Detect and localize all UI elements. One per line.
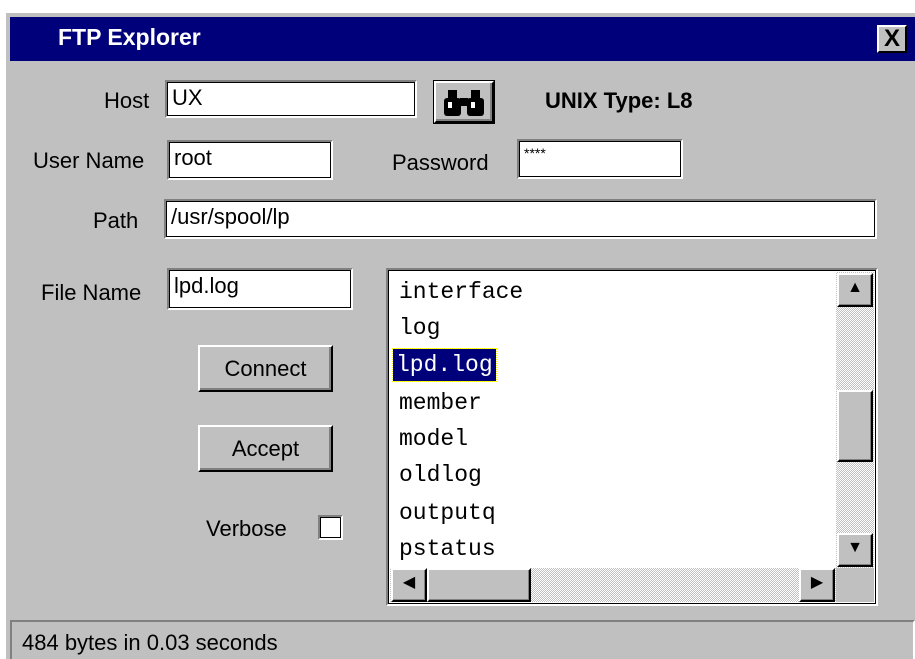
verbose-checkbox[interactable] bbox=[318, 515, 343, 540]
host-label: Host bbox=[104, 88, 150, 113]
list-item[interactable]: pstatus bbox=[396, 533, 499, 565]
password-input[interactable]: **** bbox=[517, 139, 683, 179]
scrollbar-corner bbox=[836, 568, 874, 602]
vertical-scroll-thumb[interactable] bbox=[837, 390, 873, 462]
scroll-up-button[interactable]: ▲ bbox=[837, 273, 873, 307]
arrow-down-icon: ▼ bbox=[847, 539, 863, 556]
list-item-selected[interactable]: lpd.log bbox=[392, 348, 497, 382]
verbose-label: Verbose bbox=[206, 516, 287, 541]
list-item[interactable]: oldlog bbox=[396, 459, 485, 491]
file-name-label: File Name bbox=[41, 280, 142, 305]
status-bar: 484 bytes in 0.03 seconds bbox=[10, 620, 915, 659]
scroll-down-button[interactable]: ▼ bbox=[837, 533, 873, 567]
close-button[interactable]: X bbox=[877, 25, 907, 53]
list-item[interactable]: model bbox=[396, 423, 471, 455]
user-name-input[interactable]: root bbox=[167, 140, 333, 180]
list-item[interactable]: log bbox=[396, 312, 443, 344]
window-title: FTP Explorer bbox=[58, 24, 201, 50]
arrow-up-icon: ▲ bbox=[847, 279, 863, 296]
host-input[interactable]: UX bbox=[165, 80, 417, 118]
user-name-label: User Name bbox=[33, 148, 145, 173]
arrow-right-icon: ▶ bbox=[810, 574, 824, 591]
scroll-left-button[interactable]: ◀ bbox=[391, 568, 427, 602]
lookup-host-button[interactable] bbox=[433, 80, 495, 124]
scroll-right-button[interactable]: ▶ bbox=[799, 568, 835, 602]
connect-button[interactable]: Connect bbox=[198, 345, 333, 392]
accept-button[interactable]: Accept bbox=[198, 425, 333, 472]
list-item[interactable]: outputq bbox=[396, 497, 499, 529]
password-label: Password bbox=[392, 150, 489, 175]
path-label: Path bbox=[93, 208, 139, 233]
system-type-label: UNIX Type: L8 bbox=[545, 88, 693, 113]
list-item[interactable]: interface bbox=[396, 276, 526, 308]
path-input[interactable]: /usr/spool/lp bbox=[164, 199, 877, 239]
horizontal-scroll-thumb[interactable] bbox=[427, 568, 531, 602]
list-item[interactable]: member bbox=[396, 387, 485, 419]
arrow-left-icon: ◀ bbox=[402, 574, 416, 591]
binoculars-icon bbox=[442, 88, 486, 124]
file-name-input[interactable]: lpd.log bbox=[167, 268, 353, 310]
